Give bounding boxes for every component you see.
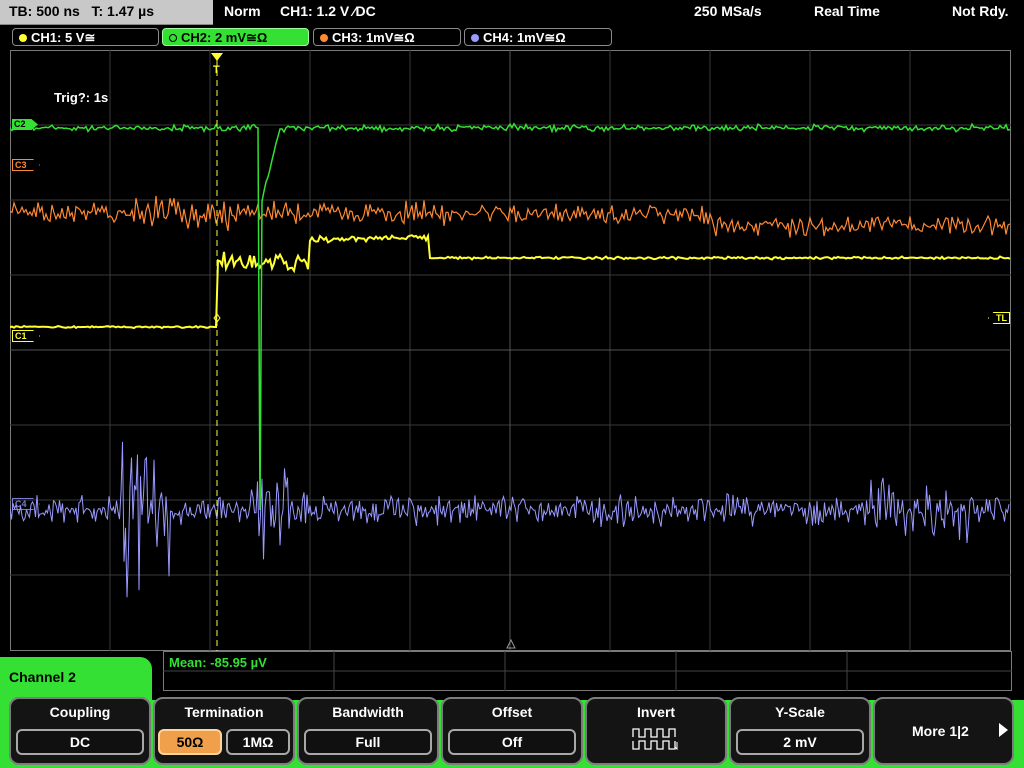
- arrow-right-icon: [999, 723, 1008, 737]
- grid-center-axes: [10, 50, 1011, 651]
- yscale-value[interactable]: 2 mV: [736, 729, 864, 755]
- ch4-marker-label: C4: [15, 499, 27, 509]
- trigger-time-value: T: 1.47 µs: [91, 3, 155, 19]
- termination-1mohm-option[interactable]: 1MΩ: [226, 729, 290, 755]
- trigger-position-marker[interactable]: [211, 53, 223, 61]
- coupling-value[interactable]: DC: [16, 729, 144, 755]
- ch3-marker-label: C3: [15, 160, 27, 170]
- menu-title: Channel 2: [9, 669, 76, 685]
- tab-ch4-label: CH4: 1mV≅Ω: [483, 30, 566, 45]
- ch3-color-dot: [320, 34, 328, 42]
- tab-ch3-label: CH3: 1mV≅Ω: [332, 30, 415, 45]
- ch2-marker-label: C2: [14, 119, 26, 129]
- mean-measurement: Mean: -85.95 µV: [169, 655, 267, 670]
- yscale-label: Y-Scale: [775, 704, 825, 720]
- waveform-canvas: [10, 50, 1011, 651]
- tab-ch3[interactable]: CH3: 1mV≅Ω: [313, 28, 461, 46]
- trigger-status: Trig?: 1s: [54, 90, 109, 105]
- invert-square-wave-icon: [632, 728, 678, 751]
- ch1-marker-label: C1: [15, 331, 27, 341]
- ch4-color-dot: [471, 34, 479, 42]
- timebase-readout: TB: 500 ns T: 1.47 µs: [9, 3, 154, 19]
- tab-ch2-label: CH2: 2 mV≅Ω: [181, 30, 268, 45]
- tab-ch2[interactable]: CH2: 2 mV≅Ω: [162, 28, 309, 46]
- tab-ch1-label: CH1: 5 V≅: [31, 30, 96, 45]
- trigger-position-label: T: [213, 64, 220, 76]
- waveform-display[interactable]: [10, 50, 1011, 651]
- trigger-mode[interactable]: Norm: [224, 3, 261, 19]
- invert-label: Invert: [636, 704, 676, 720]
- ch2-color-dot: [169, 34, 177, 42]
- offset-label: Offset: [491, 704, 533, 720]
- more-label: More 1|2: [912, 723, 969, 739]
- bandwidth-value[interactable]: Full: [304, 729, 432, 755]
- coupling-label: Coupling: [49, 704, 111, 720]
- acquisition-mode: Real Time: [814, 3, 880, 19]
- sample-rate: 250 MSa/s: [694, 3, 762, 19]
- measurement-grid: [163, 651, 1012, 691]
- acquisition-state: Not Rdy.: [952, 3, 1009, 19]
- tab-ch4[interactable]: CH4: 1mV≅Ω: [464, 28, 612, 46]
- trigger-level-label: TL: [996, 313, 1007, 323]
- termination-label: Termination: [184, 704, 264, 720]
- measurement-panel[interactable]: [163, 651, 1012, 691]
- trigger-setting[interactable]: CH1: 1.2 V ⁄DC: [280, 3, 376, 19]
- timebase-value: TB: 500 ns: [9, 3, 80, 19]
- bandwidth-label: Bandwidth: [332, 704, 404, 720]
- ch1-color-dot: [19, 34, 27, 42]
- tab-ch1[interactable]: CH1: 5 V≅: [12, 28, 159, 46]
- offset-value[interactable]: Off: [448, 729, 576, 755]
- center-time-marker: [506, 638, 516, 649]
- termination-50ohm-option[interactable]: 50Ω: [158, 729, 222, 755]
